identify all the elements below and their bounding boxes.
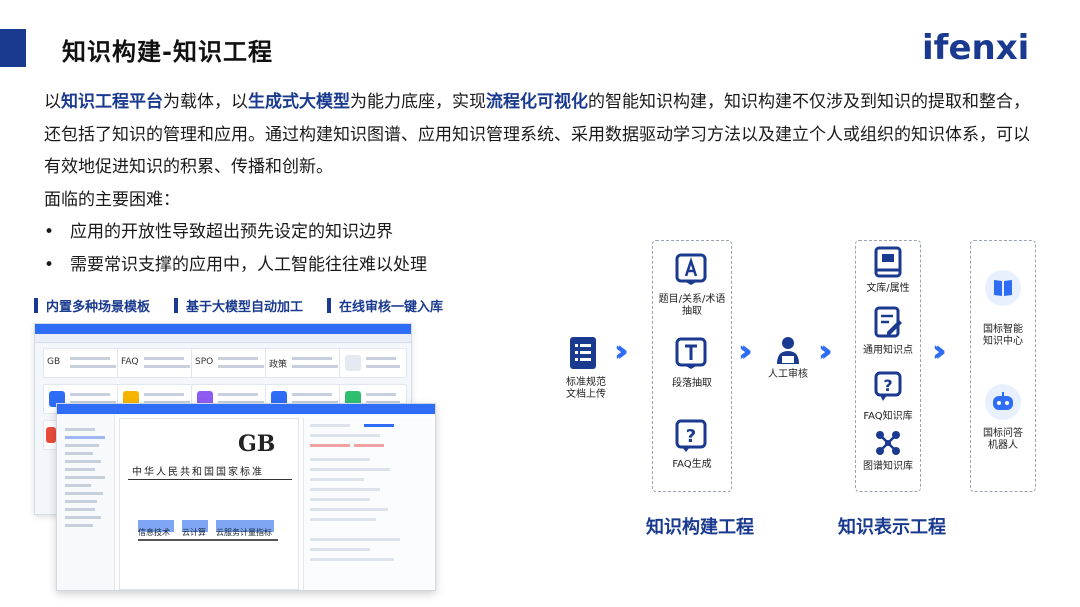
section-build-label: 知识构建工程 — [646, 517, 754, 538]
step-review-label: 人工审核 — [768, 369, 808, 380]
title-accent-bar — [0, 29, 26, 67]
outline-tree — [57, 414, 115, 590]
section-repr-label: 知识表示工程 — [838, 517, 946, 538]
feature-tag: 内置多种场景模板 — [34, 296, 150, 315]
app-bot-label: 国标问答 机器人 — [983, 428, 1023, 451]
highlight-llm: 生成式大模型 — [248, 92, 350, 112]
document-title: 中华人民共和国国家标准 — [132, 467, 264, 478]
app-center-label: 国标智能 知识中心 — [983, 324, 1023, 347]
step-extract-para-label: 段落抽取 — [672, 378, 712, 389]
challenges-heading: 面临的主要困难： — [44, 189, 180, 210]
library-icon — [874, 246, 902, 278]
highlight-visual: 流程化可视化 — [486, 92, 588, 112]
chevron-right-icon: ›› — [614, 334, 628, 369]
list-item: • 应用的开放性导致超出预先设定的知识边界 — [44, 222, 393, 242]
ifenxi-logo: ifenxi — [922, 28, 1030, 68]
letter-a-icon — [675, 253, 707, 285]
challenge-list: • 应用的开放性导致超出预先设定的知识边界 • 需要常识支撑的应用中，人工智能往往难… — [44, 216, 427, 282]
template-card — [339, 348, 407, 378]
repr-graph-label: 图谱知识库 — [863, 461, 913, 472]
question-icon: ? — [675, 419, 707, 452]
book-icon — [994, 280, 1012, 296]
faq-icon: ? — [874, 371, 902, 401]
feature-tag: 在线审核一键入库 — [327, 296, 443, 315]
chevron-right-icon: ›› — [818, 334, 832, 369]
template-card: SPO — [191, 348, 271, 378]
intro-paragraph: 以知识工程平台为载体，以生成式大模型为能力底座，实现流程化可视化的智能知识构建，… — [44, 86, 1034, 216]
repr-general-label: 通用知识点 — [863, 345, 913, 356]
reviewer-icon — [777, 337, 799, 364]
svg-text:?: ? — [883, 376, 892, 395]
template-card: 政策 — [265, 348, 345, 378]
graph-icon — [876, 431, 900, 455]
template-card: FAQ — [117, 348, 197, 378]
highlight-term: 信息技术 — [138, 520, 174, 537]
template-card: GB — [43, 348, 123, 378]
page-title: 知识构建-知识工程 — [62, 38, 273, 66]
repr-faq-label: FAQ知识库 — [863, 411, 913, 422]
chevron-right-icon: ›› — [738, 334, 752, 369]
edit-doc-icon — [874, 306, 902, 338]
svg-text:?: ? — [686, 426, 696, 447]
step-upload-label: 标准规范 文档上传 — [566, 377, 606, 400]
review-panel — [303, 418, 433, 590]
document-preview: GB 中华人民共和国国家标准 信息技术 云计算 云服务计量指标 — [119, 418, 299, 590]
repr-library-label: 文库/属性 — [866, 283, 910, 294]
highlight-term: 云服务计量指标 — [216, 520, 274, 537]
robot-icon — [993, 392, 1013, 410]
gb-logo: GB — [238, 431, 276, 457]
feature-tag: 基于大模型自动加工 — [174, 296, 303, 315]
list-item: • 需要常识支撑的应用中，人工智能往往难以处理 — [44, 255, 427, 275]
letter-t-icon — [675, 337, 707, 369]
step-faq-gen-label: FAQ生成 — [672, 459, 712, 470]
feature-tags: 内置多种场景模板 基于大模型自动加工 在线审核一键入库 — [34, 296, 443, 315]
document-review-screenshot: GB 中华人民共和国国家标准 信息技术 云计算 云服务计量指标 — [56, 403, 436, 591]
step-extract-terms-label: 题目/关系/术语 抽取 — [658, 294, 726, 317]
document-icon — [570, 337, 596, 369]
chevron-right-icon: ›› — [932, 334, 946, 369]
highlight-term: 云计算 — [182, 520, 208, 537]
highlight-platform: 知识工程平台 — [61, 92, 163, 112]
